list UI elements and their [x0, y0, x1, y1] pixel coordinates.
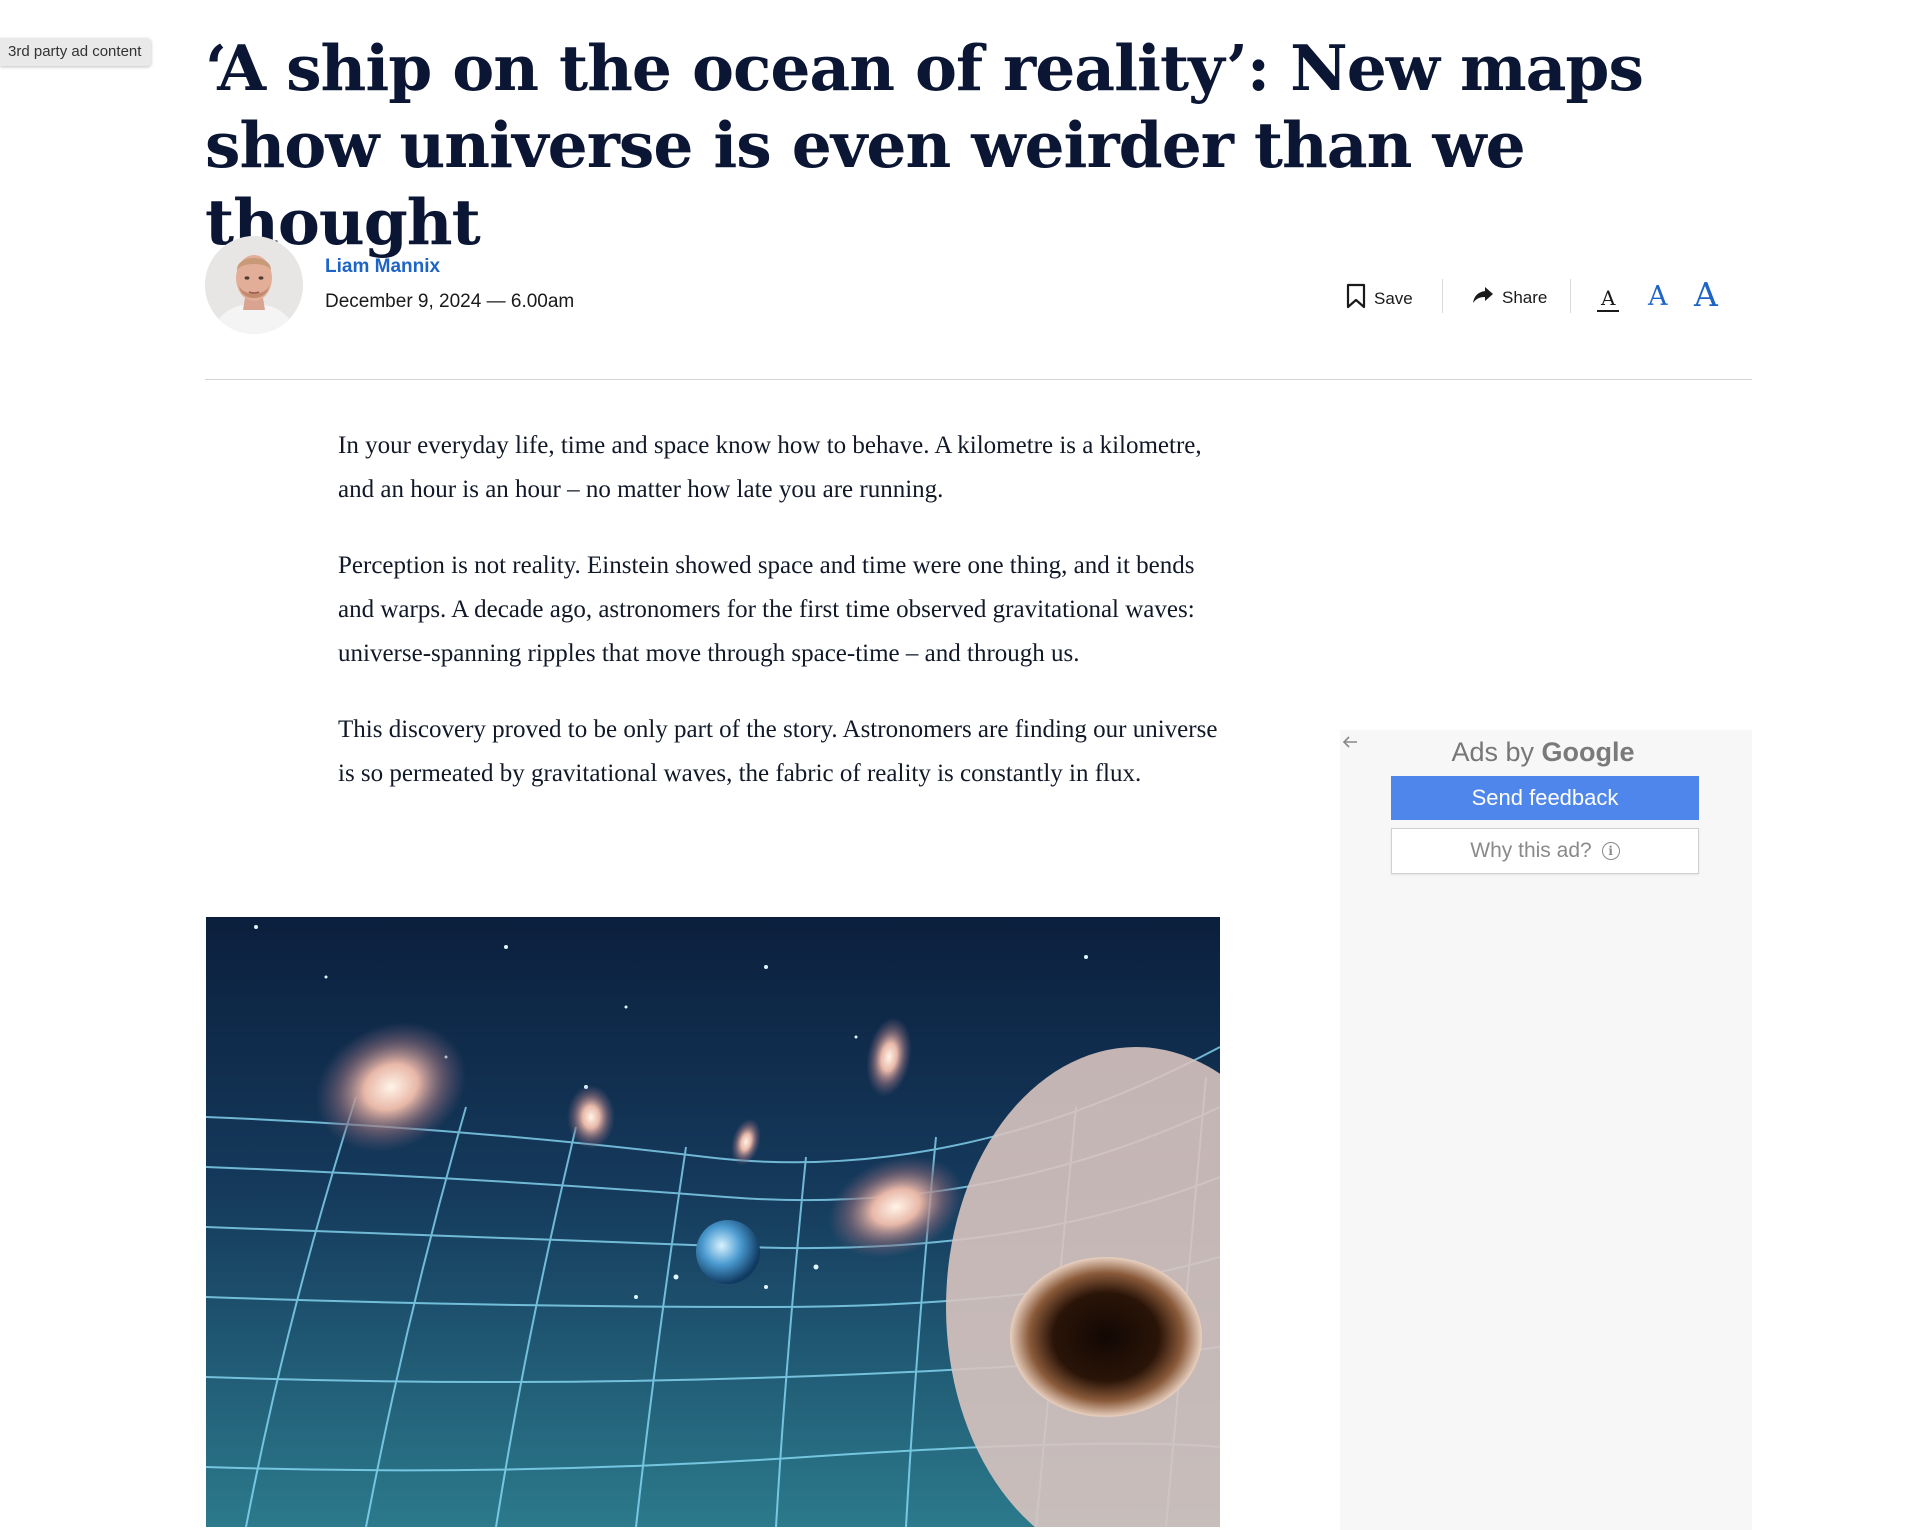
article-body: In your everyday life, time and space kn… [338, 424, 1233, 828]
toolbar-divider [1570, 279, 1571, 313]
why-this-ad-label: Why this ad? [1470, 839, 1592, 862]
article-paragraph: Perception is not reality. Einstein show… [338, 552, 1195, 667]
ads-by-prefix: Ads by [1451, 737, 1535, 767]
font-size-medium-button[interactable]: A [1648, 281, 1668, 313]
author-name-link[interactable]: Liam Mannix [325, 256, 440, 278]
article-headline: ‘A ship on the ocean of reality’: New ma… [205, 31, 1644, 259]
ads-by-google-label: Ads by Google [1390, 737, 1696, 768]
google-brand: Google [1541, 737, 1635, 767]
bookmark-icon [1346, 283, 1366, 314]
share-label: Share [1502, 287, 1548, 307]
publish-date: December 9, 2024 — 6.00am [325, 291, 575, 312]
share-button[interactable]: Share [1472, 285, 1547, 310]
save-button[interactable]: Save [1346, 283, 1413, 314]
save-label: Save [1374, 288, 1413, 308]
author-avatar[interactable] [205, 236, 303, 334]
toolbar-divider [1442, 279, 1443, 313]
article-paragraph: This discovery proved to be only part of… [338, 716, 1218, 787]
share-arrow-icon [1472, 285, 1494, 310]
font-size-small-button[interactable]: A [1597, 286, 1620, 312]
header-divider [205, 379, 1752, 380]
back-arrow-icon[interactable] [1342, 733, 1358, 754]
article-paragraph: In your everyday life, time and space kn… [338, 432, 1202, 503]
info-icon: i [1601, 842, 1620, 860]
why-this-ad-button[interactable]: Why this ad? i [1391, 828, 1699, 874]
article-hero-image[interactable] [206, 917, 1220, 1527]
font-size-large-button[interactable]: A [1694, 276, 1718, 314]
send-feedback-button[interactable]: Send feedback [1391, 776, 1699, 820]
third-party-ad-tag: 3rd party ad content [0, 38, 152, 66]
